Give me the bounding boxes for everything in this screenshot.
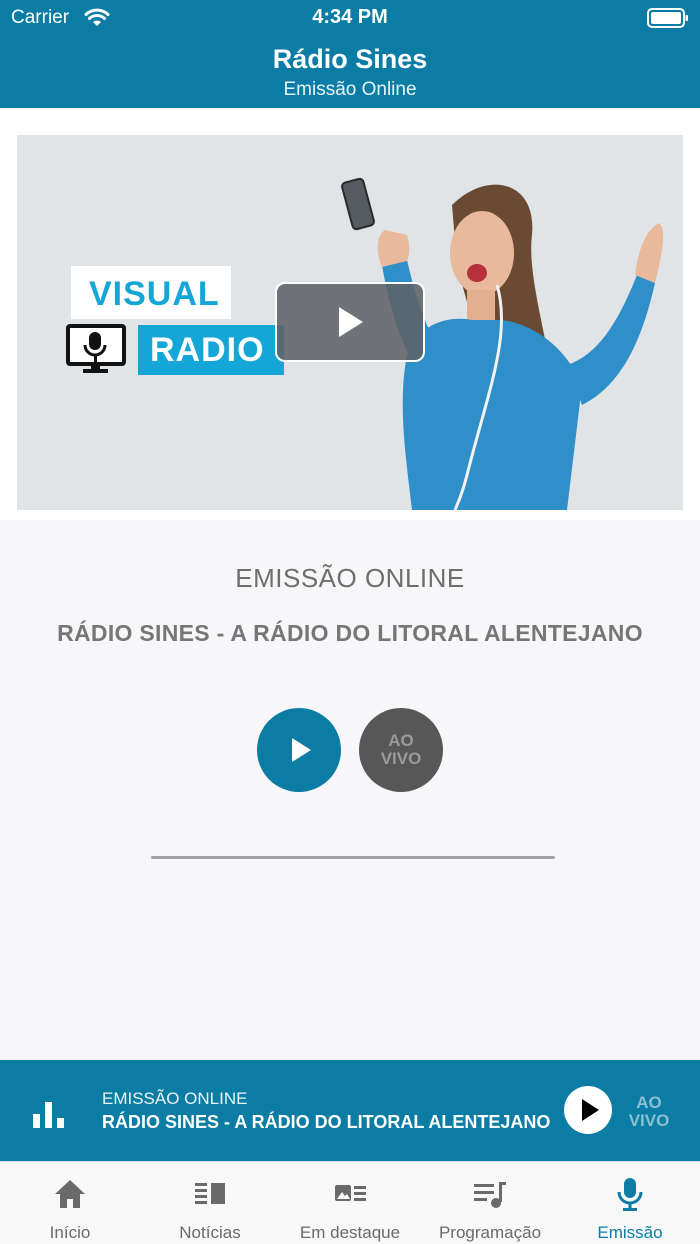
mini-player[interactable]: EMISSÃO ONLINE RÁDIO SINES - A RÁDIO DO … [0, 1060, 700, 1161]
play-icon [339, 307, 363, 337]
navigation-bar: Rádio Sines Emissão Online [0, 36, 700, 108]
emission-heading: EMISSÃO ONLINE [235, 563, 465, 593]
tab-em-destaque[interactable]: Em destaque [280, 1162, 420, 1244]
play-icon [582, 1099, 599, 1121]
tab-label: Notícias [179, 1223, 241, 1242]
live-button[interactable]: AO VIVO [359, 708, 443, 792]
logo-radio-text: RADIO [150, 331, 265, 369]
video-thumbnail[interactable]: VISUAL RADIO [17, 135, 683, 510]
news-icon [195, 1183, 225, 1204]
mini-live-button[interactable]: AO VIVO [626, 1094, 672, 1130]
home-icon [55, 1180, 85, 1208]
tab-label: Programação [438, 1223, 542, 1242]
page-subtitle: Emissão Online [283, 79, 417, 100]
progress-bar[interactable] [151, 856, 555, 859]
visual-radio-logo-bottom: RADIO [138, 325, 284, 375]
mini-live-line1: AO [636, 1093, 662, 1112]
equalizer-icon [33, 1102, 64, 1128]
tab-noticias[interactable]: Notícias [140, 1162, 280, 1244]
featured-icon [335, 1185, 366, 1201]
tab-emissao[interactable]: Emissão [560, 1162, 700, 1244]
status-bar: Carrier 4:34 PM [0, 0, 700, 36]
mini-player-station: RÁDIO SINES - A RÁDIO DO LITORAL ALENTEJ… [102, 1112, 551, 1132]
mini-live-line2: VIVO [628, 1111, 670, 1130]
monitor-microphone-icon [66, 324, 126, 373]
tab-label: Emissão [597, 1223, 663, 1242]
live-label-line2: VIVO [380, 749, 422, 768]
mini-play-button[interactable] [564, 1086, 612, 1134]
microphone-icon [617, 1178, 643, 1211]
tab-programacao[interactable]: Programação [420, 1162, 560, 1244]
visual-radio-logo: VISUAL [71, 266, 231, 319]
tab-label: Início [49, 1223, 91, 1242]
tab-label: Em destaque [299, 1223, 401, 1242]
page-title: Rádio Sines [272, 44, 428, 74]
play-button[interactable] [257, 708, 341, 792]
station-name: RÁDIO SINES - A RÁDIO DO LITORAL ALENTEJ… [57, 620, 643, 646]
tab-inicio[interactable]: Início [0, 1162, 140, 1244]
mini-player-title: EMISSÃO ONLINE [102, 1089, 248, 1108]
battery-icon [647, 8, 688, 28]
logo-visual-text: VISUAL [89, 275, 220, 313]
live-label-line1: AO [388, 731, 414, 750]
video-play-button[interactable] [275, 282, 425, 362]
tab-bar: Início Notícias Em destaque Programação … [0, 1161, 700, 1244]
play-icon [292, 738, 311, 762]
video-section: VISUAL RADIO [0, 108, 700, 520]
clock: 4:34 PM [312, 6, 388, 28]
playlist-icon [474, 1182, 506, 1208]
